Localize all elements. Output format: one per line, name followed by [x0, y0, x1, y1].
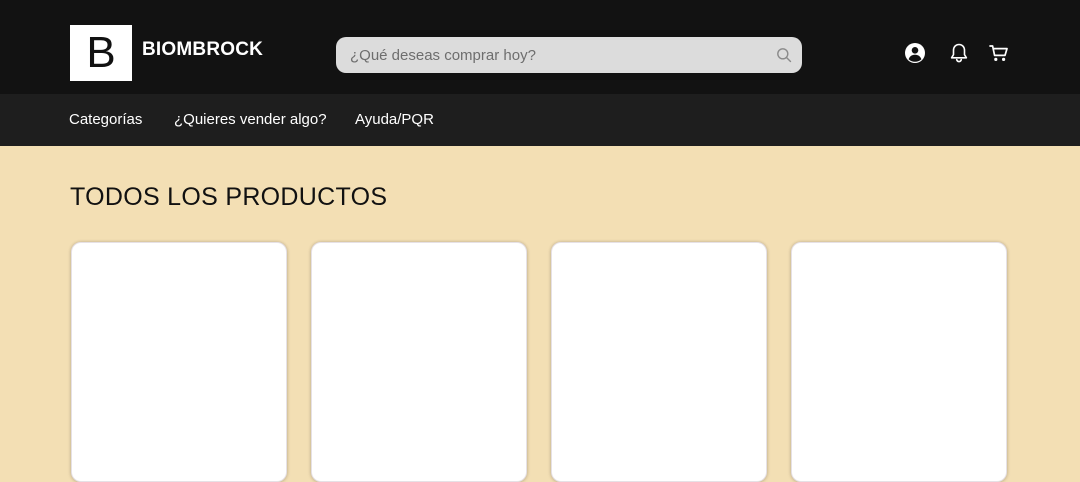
search-input[interactable]	[350, 37, 770, 73]
product-card[interactable]	[71, 242, 287, 482]
product-card[interactable]	[551, 242, 767, 482]
nav-item-categories[interactable]: Categorías	[69, 111, 142, 128]
category-nav: Categorías ¿Quieres vender algo? Ayuda/P…	[0, 94, 1080, 146]
page-title: TODOS LOS PRODUCTOS	[70, 183, 388, 211]
product-card[interactable]	[311, 242, 527, 482]
brand-logo[interactable]: B	[70, 25, 132, 81]
top-header: B BIOMBROCK	[0, 0, 1080, 94]
product-card[interactable]	[791, 242, 1007, 482]
bell-icon[interactable]	[948, 42, 970, 64]
nav-item-sell[interactable]: ¿Quieres vender algo?	[174, 111, 327, 128]
user-icon[interactable]	[904, 42, 926, 64]
nav-item-help[interactable]: Ayuda/PQR	[355, 111, 434, 128]
brand-name[interactable]: BIOMBROCK	[142, 39, 263, 61]
search-bar	[336, 37, 802, 73]
cart-icon[interactable]	[988, 42, 1010, 64]
logo-letter: B	[86, 28, 116, 77]
search-icon[interactable]	[776, 47, 792, 63]
